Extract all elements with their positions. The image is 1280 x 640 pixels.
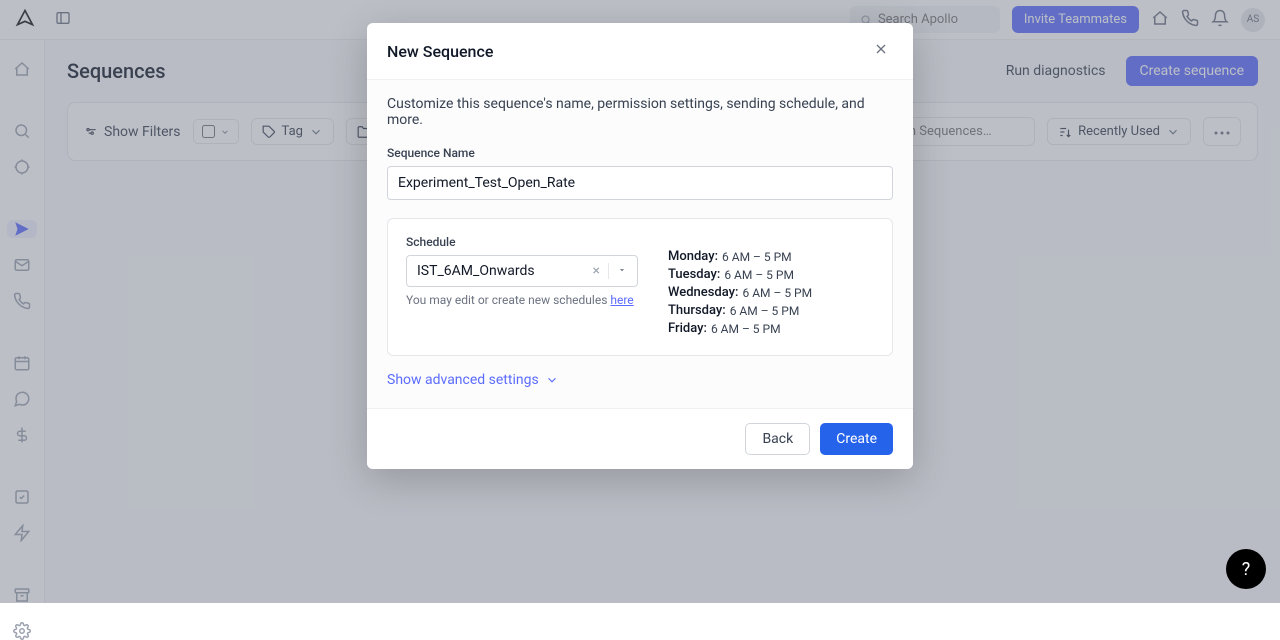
- schedule-day-name: Thursday:: [668, 303, 726, 318]
- schedule-left: Schedule IST_6AM_Onwards × You may edit …: [406, 235, 638, 339]
- schedule-day-time: 6 AM – 5 PM: [711, 321, 781, 336]
- modal-description: Customize this sequence's name, permissi…: [387, 96, 893, 128]
- modal-footer: Back Create: [367, 408, 913, 469]
- schedule-day-row: Wednesday: 6 AM – 5 PM: [668, 285, 874, 300]
- modal-header: New Sequence: [367, 23, 913, 79]
- schedule-select[interactable]: IST_6AM_Onwards ×: [406, 255, 638, 287]
- schedule-day-row: Thursday: 6 AM – 5 PM: [668, 303, 874, 318]
- schedule-box: Schedule IST_6AM_Onwards × You may edit …: [387, 218, 893, 356]
- chevron-down-icon: [545, 373, 559, 387]
- schedule-day-name: Monday:: [668, 249, 718, 264]
- modal-title: New Sequence: [387, 42, 493, 61]
- sequence-name-label: Sequence Name: [387, 146, 893, 160]
- schedule-day-time: 6 AM – 5 PM: [730, 303, 800, 318]
- schedule-day-time: 6 AM – 5 PM: [722, 249, 792, 264]
- modal-close-button[interactable]: [869, 37, 893, 65]
- clear-schedule-icon[interactable]: ×: [593, 263, 600, 279]
- show-advanced-settings[interactable]: Show advanced settings: [387, 372, 559, 388]
- schedule-day-row: Friday: 6 AM – 5 PM: [668, 321, 874, 336]
- schedule-day-time: 6 AM – 5 PM: [742, 285, 812, 300]
- advanced-settings-label: Show advanced settings: [387, 372, 539, 388]
- back-button[interactable]: Back: [745, 423, 810, 455]
- create-button[interactable]: Create: [820, 423, 893, 455]
- modal-overlay[interactable]: New Sequence Customize this sequence's n…: [0, 0, 1280, 603]
- modal-body: Customize this sequence's name, permissi…: [367, 79, 913, 408]
- schedule-days-list: Monday:6 AM – 5 PMTuesday:6 AM – 5 PMWed…: [668, 235, 874, 339]
- schedule-hint-link[interactable]: here: [610, 293, 633, 307]
- schedule-day-name: Friday:: [668, 321, 707, 336]
- schedule-selected-value: IST_6AM_Onwards: [417, 263, 593, 279]
- sequence-name-input[interactable]: [387, 166, 893, 200]
- schedule-day-name: Tuesday:: [668, 267, 720, 282]
- schedule-day-row: Tuesday: 6 AM – 5 PM: [668, 267, 874, 282]
- caret-down-icon: [617, 265, 627, 275]
- schedule-day-name: Wednesday:: [668, 285, 738, 300]
- schedule-label: Schedule: [406, 235, 638, 249]
- help-bubble[interactable]: ?: [1226, 549, 1266, 589]
- sidebar-settings[interactable]: [7, 622, 37, 640]
- close-icon: [873, 41, 889, 57]
- schedule-day-row: Monday: 6 AM – 5 PM: [668, 249, 874, 264]
- new-sequence-modal: New Sequence Customize this sequence's n…: [367, 23, 913, 469]
- schedule-hint-text: You may edit or create new schedules: [406, 293, 610, 307]
- dropdown-caret[interactable]: [608, 263, 627, 279]
- schedule-day-time: 6 AM – 5 PM: [724, 267, 794, 282]
- schedule-hint: You may edit or create new schedules her…: [406, 293, 638, 307]
